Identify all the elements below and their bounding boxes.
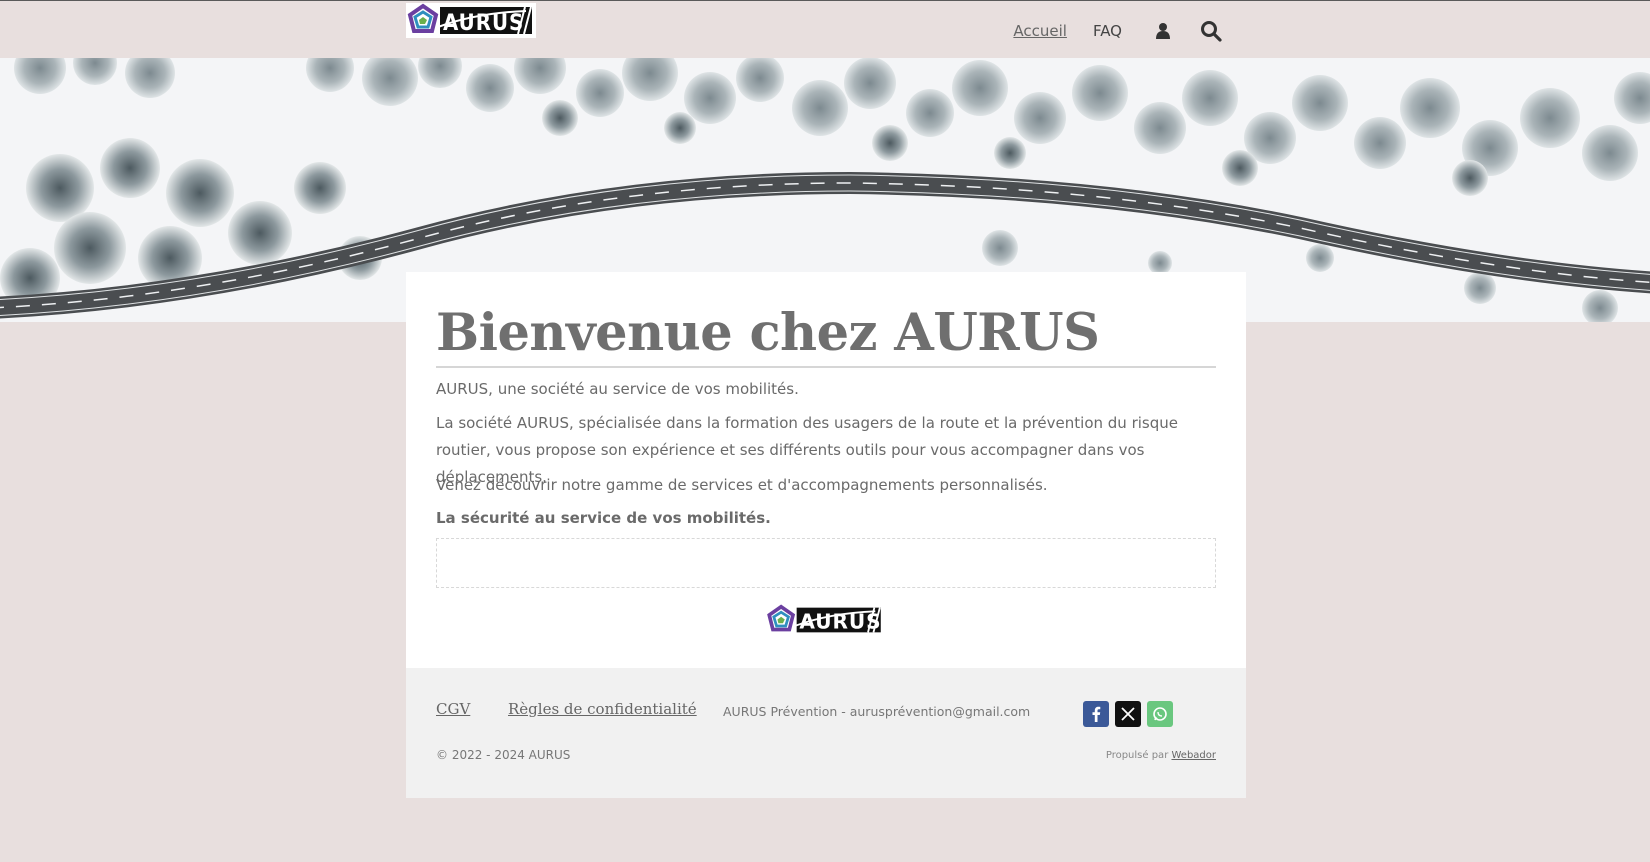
aurus-logo-content: AURUS <box>765 604 885 636</box>
tagline: La sécurité au service de vos mobilités. <box>436 509 771 527</box>
nav-home-link[interactable]: Accueil <box>1013 22 1067 40</box>
whatsapp-icon[interactable] <box>1147 701 1173 727</box>
nav-faq-link[interactable]: FAQ <box>1093 22 1122 40</box>
empty-embed-placeholder <box>436 538 1216 588</box>
intro-paragraph: AURUS, une société au service de vos mob… <box>436 380 799 398</box>
copyright: © 2022 - 2024 AURUS <box>436 748 571 762</box>
content-card: Bienvenue chez AURUS AURUS, une société … <box>406 272 1246 668</box>
powered-by-prefix: Propulsé par <box>1105 750 1172 761</box>
x-icon[interactable] <box>1115 701 1141 727</box>
services-paragraph: Venez découvrir notre gamme de services … <box>436 476 1048 494</box>
page-title: Bienvenue chez AURUS <box>436 302 1216 368</box>
site-footer: CGV Règles de confidentialité AURUS Prév… <box>406 668 1246 798</box>
search-icon[interactable] <box>1200 20 1222 42</box>
user-icon[interactable] <box>1152 20 1174 42</box>
webador-link[interactable]: Webador <box>1171 750 1216 761</box>
privacy-policy-link[interactable]: Règles de confidentialité <box>508 700 697 718</box>
cgv-link[interactable]: CGV <box>436 700 470 718</box>
facebook-icon[interactable] <box>1083 701 1109 727</box>
site-header: AURUS Accueil FAQ <box>0 0 1650 58</box>
contact-info: AURUS Prévention - aurusprévention@gmail… <box>723 704 1031 719</box>
powered-by: Propulsé par Webador <box>1106 750 1216 761</box>
main-nav: Accueil FAQ <box>1013 17 1222 45</box>
aurus-logo[interactable]: AURUS <box>406 3 536 38</box>
social-links <box>1083 701 1173 727</box>
